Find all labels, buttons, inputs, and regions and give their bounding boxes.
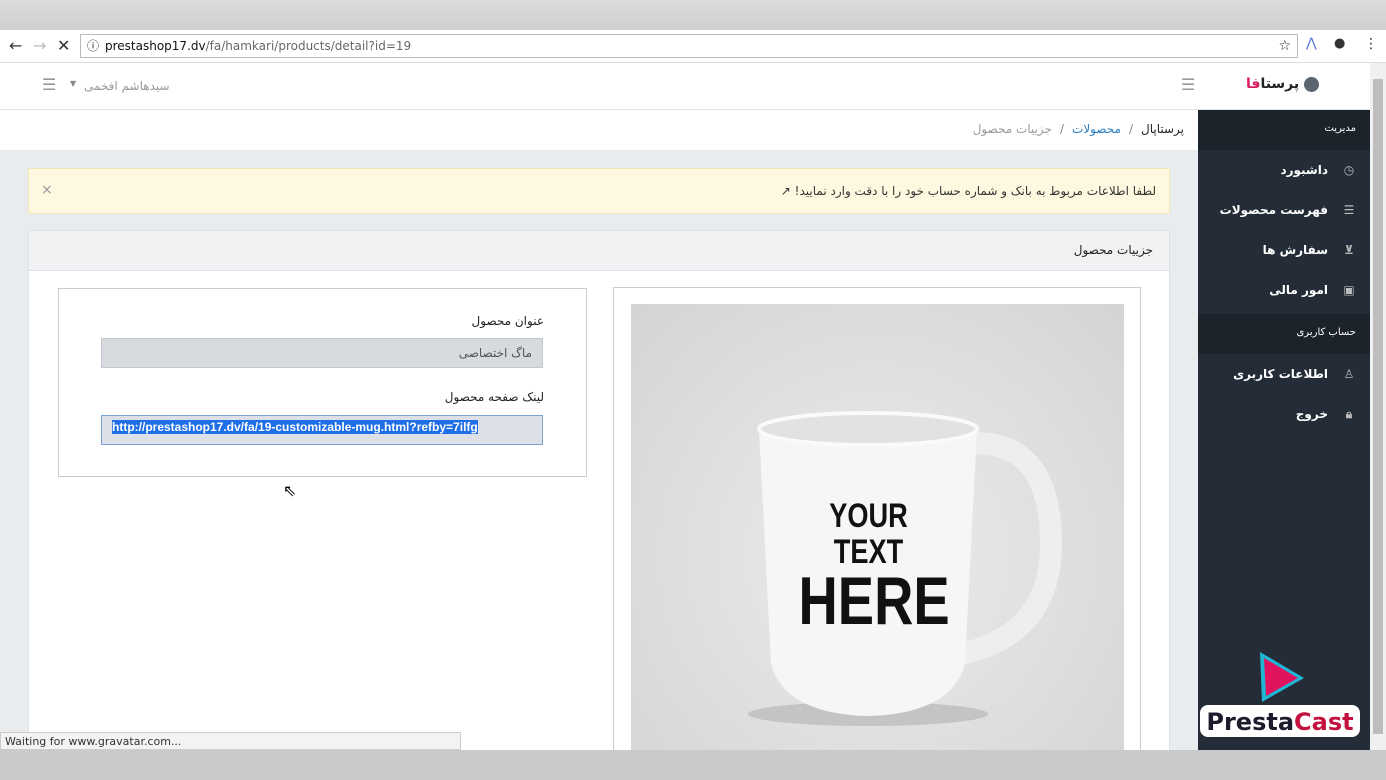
sidebar-item-logout[interactable]: 🔒︎ خروج [1198, 394, 1370, 434]
dashboard-icon: ◷ [1343, 163, 1355, 177]
play-logo-icon: PrestaCast [1200, 652, 1360, 737]
page: ☰ ▼ سیدهاشم افخمی ☰ پرستافا پرستاپال/محص… [0, 63, 1370, 750]
status-bar: Waiting for www.gravatar.com... [0, 732, 461, 750]
product-title-label: عنوان محصول [471, 314, 544, 328]
stop-icon[interactable]: ✕ [57, 36, 70, 55]
sidebar-toggle-icon[interactable]: ☰ [1181, 75, 1195, 94]
breadcrumb-current: جزییات محصول [972, 122, 1052, 136]
puffin-icon [1304, 76, 1320, 92]
browser-toolbar: ← → ✕ ⓘ prestashop17.dv/fa/hamkari/produ… [0, 30, 1386, 63]
breadcrumb-home[interactable]: پرستاپال [1141, 122, 1184, 136]
lock-icon: 🔒︎ [1345, 406, 1353, 421]
list-icon: ☰ [1343, 203, 1355, 217]
caret-down-icon[interactable]: ▼ [70, 79, 76, 88]
calculator-icon: ▣ [1343, 283, 1355, 297]
extension-icon[interactable]: ⋀ [1306, 36, 1317, 51]
scrollbar-thumb[interactable] [1373, 79, 1383, 734]
cart-icon: ⊻ [1344, 243, 1354, 257]
star-icon[interactable]: ☆ [1278, 35, 1291, 57]
top-header: ☰ ▼ سیدهاشم افخمی ☰ پرستافا [0, 63, 1370, 110]
incognito-icon[interactable]: ● [1334, 36, 1345, 51]
sidebar-item-orders[interactable]: ⊻ سفارش ها [1198, 230, 1370, 270]
sidebar-item-finance[interactable]: ▣ امور مالی [1198, 270, 1370, 310]
menu-toggle-icon[interactable]: ☰ [42, 75, 56, 94]
sidebar-item-profile[interactable]: ♙ اطلاعات کاربری [1198, 354, 1370, 394]
warning-alert: لطفا اطلاعات مربوط به بانک و شماره حساب … [28, 168, 1170, 214]
sidebar-item-products[interactable]: ☰ فهرست محصولات [1198, 190, 1370, 230]
info-icon: ⓘ [87, 39, 100, 53]
product-image: YOUR TEXT HERE [631, 304, 1124, 750]
user-icon: ♙ [1343, 367, 1355, 381]
sidebar-item-dashboard[interactable]: ◷ داشبورد [1198, 150, 1370, 190]
back-icon[interactable]: ← [9, 36, 22, 55]
sidebar-section-account: حساب کاربری [1198, 314, 1370, 354]
product-image-box: YOUR TEXT HERE [613, 287, 1141, 750]
product-link-label: لینک صفحه محصول [444, 390, 544, 404]
menu-icon[interactable]: ⋮ [1364, 36, 1378, 52]
page-scrollbar[interactable] [1370, 63, 1386, 750]
breadcrumb-products[interactable]: محصولات [1072, 122, 1121, 136]
close-alert-button[interactable]: × [41, 182, 53, 198]
forward-icon[interactable]: → [33, 36, 46, 55]
product-link-field[interactable]: http://prestashop17.dv/fa/19-customizabl… [101, 415, 543, 445]
brand-logo[interactable]: پرستافا [1246, 76, 1320, 92]
address-bar[interactable]: ⓘ prestashop17.dv/fa/hamkari/products/de… [80, 34, 1298, 58]
prestacast-watermark: PrestaCast [1200, 650, 1360, 740]
breadcrumb: پرستاپال/محصولات/جزییات محصول [0, 110, 1198, 150]
mug-text: YOUR TEXT HERE [798, 497, 950, 639]
sidebar-section-management: مدیریت [1198, 110, 1370, 150]
browser-tabstrip [0, 0, 1386, 30]
product-title-field[interactable]: ماگ اختصاصی [101, 338, 543, 368]
mouse-cursor-icon: ⇖ [283, 481, 297, 500]
product-detail-card: جزییات محصول عنوان محصول ماگ اختصاصی لین… [28, 230, 1170, 750]
external-link-icon[interactable]: ↗ [781, 184, 791, 198]
user-menu[interactable]: سیدهاشم افخمی [84, 79, 170, 93]
product-info-box: عنوان محصول ماگ اختصاصی لینک صفحه محصول … [58, 288, 587, 477]
svg-text:PrestaCast: PrestaCast [1206, 708, 1353, 736]
card-title: جزییات محصول [29, 231, 1169, 271]
